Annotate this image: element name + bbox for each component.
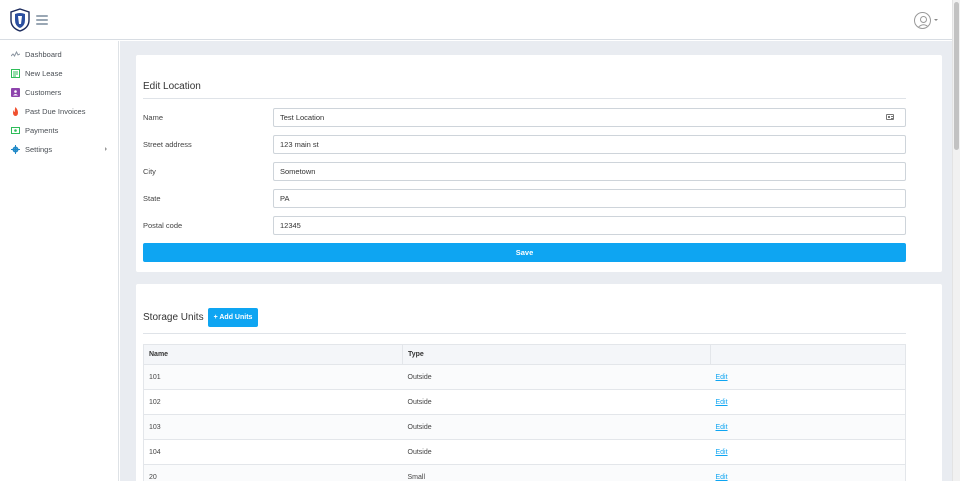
divider <box>143 98 906 99</box>
unit-type: Small <box>402 464 711 481</box>
edit-cell: Edit <box>710 464 906 481</box>
table-row: 104 Outside Edit <box>143 439 906 465</box>
city-row: City <box>143 162 906 181</box>
card-title: Storage Units <box>143 312 204 323</box>
unit-name: 20 <box>143 464 403 481</box>
add-units-button[interactable]: + Add Units <box>207 308 259 327</box>
sidebar-item-label: Settings <box>25 145 53 154</box>
main-content: Edit Location Name Street address City S… <box>120 41 952 481</box>
unit-name: 104 <box>143 439 403 465</box>
edit-link[interactable]: Edit <box>716 474 728 481</box>
field-label: Name <box>143 113 164 122</box>
unit-type: Outside <box>402 439 711 465</box>
edit-location-card: Edit Location Name Street address City S… <box>136 55 942 272</box>
edit-link[interactable]: Edit <box>716 424 728 431</box>
edit-link[interactable]: Edit <box>716 399 728 406</box>
sidebar-item-label: Past Due Invoices <box>25 107 86 116</box>
city-input[interactable] <box>273 162 906 181</box>
postal-code-input[interactable] <box>273 216 906 235</box>
street-address-row: Street address <box>143 135 906 154</box>
sidebar-item-label: Dashboard <box>25 50 62 59</box>
unit-name: 103 <box>143 414 403 440</box>
sidebar-item-new-lease[interactable]: New Lease <box>0 64 118 83</box>
name-input[interactable] <box>273 108 906 127</box>
sidebar-item-past-due-invoices[interactable]: Past Due Invoices <box>0 102 118 121</box>
field-label: Street address <box>143 140 192 149</box>
contact-card-icon <box>11 88 20 97</box>
hamburger-menu-icon[interactable] <box>36 15 48 25</box>
save-button[interactable]: Save <box>143 243 906 262</box>
field-label: State <box>143 194 161 203</box>
avatar-icon <box>914 11 931 29</box>
gear-icon <box>11 145 20 154</box>
edit-link[interactable]: Edit <box>716 449 728 456</box>
postal-code-row: Postal code <box>143 216 906 235</box>
logo-icon[interactable] <box>10 8 30 32</box>
field-label: Postal code <box>143 221 183 230</box>
column-header-actions <box>710 344 906 365</box>
scrollbar-thumb[interactable] <box>954 2 959 150</box>
sidebar-item-customers[interactable]: Customers <box>0 83 118 102</box>
table-row: 102 Outside Edit <box>143 389 906 415</box>
edit-cell: Edit <box>710 439 906 465</box>
name-row: Name <box>143 108 906 127</box>
sidebar-item-settings[interactable]: Settings <box>0 140 118 159</box>
card-title: Edit Location <box>143 81 201 92</box>
sidebar-item-label: New Lease <box>25 69 63 78</box>
unit-name: 101 <box>143 364 403 390</box>
activity-icon <box>11 50 20 59</box>
divider <box>143 333 906 334</box>
unit-type: Outside <box>402 389 711 415</box>
sidebar: Dashboard New Lease Customers Past Due I… <box>0 41 119 481</box>
unit-name: 102 <box>143 389 403 415</box>
edit-cell: Edit <box>710 364 906 390</box>
edit-cell: Edit <box>710 414 906 440</box>
page-scrollbar[interactable] <box>952 0 960 481</box>
sidebar-item-label: Payments <box>25 126 59 135</box>
edit-link[interactable]: Edit <box>716 374 728 381</box>
column-header-name: Name <box>143 344 403 365</box>
storage-units-table: Name Type 101 Outside Edit 102 Outside E… <box>143 344 906 481</box>
user-menu[interactable] <box>914 11 938 29</box>
contact-card-icon[interactable] <box>886 114 894 120</box>
edit-cell: Edit <box>710 389 906 415</box>
top-bar <box>0 0 952 40</box>
chevron-right-icon <box>105 147 107 151</box>
units-header: Storage Units + Add Units <box>143 308 259 327</box>
column-header-type: Type <box>402 344 711 365</box>
state-row: State <box>143 189 906 208</box>
table-row: 101 Outside Edit <box>143 364 906 390</box>
sidebar-item-dashboard[interactable]: Dashboard <box>0 45 118 64</box>
street-address-input[interactable] <box>273 135 906 154</box>
state-input[interactable] <box>273 189 906 208</box>
table-row: 103 Outside Edit <box>143 414 906 440</box>
money-icon <box>11 126 20 135</box>
chevron-down-icon <box>934 19 938 21</box>
document-icon <box>11 69 20 78</box>
storage-units-card: Storage Units + Add Units Name Type 101 … <box>136 284 942 481</box>
table-header-row: Name Type <box>143 344 906 365</box>
sidebar-item-payments[interactable]: Payments <box>0 121 118 140</box>
unit-type: Outside <box>402 414 711 440</box>
field-label: City <box>143 167 156 176</box>
flame-icon <box>11 107 20 116</box>
sidebar-item-label: Customers <box>25 88 62 97</box>
table-row: 20 Small Edit <box>143 464 906 481</box>
unit-type: Outside <box>402 364 711 390</box>
